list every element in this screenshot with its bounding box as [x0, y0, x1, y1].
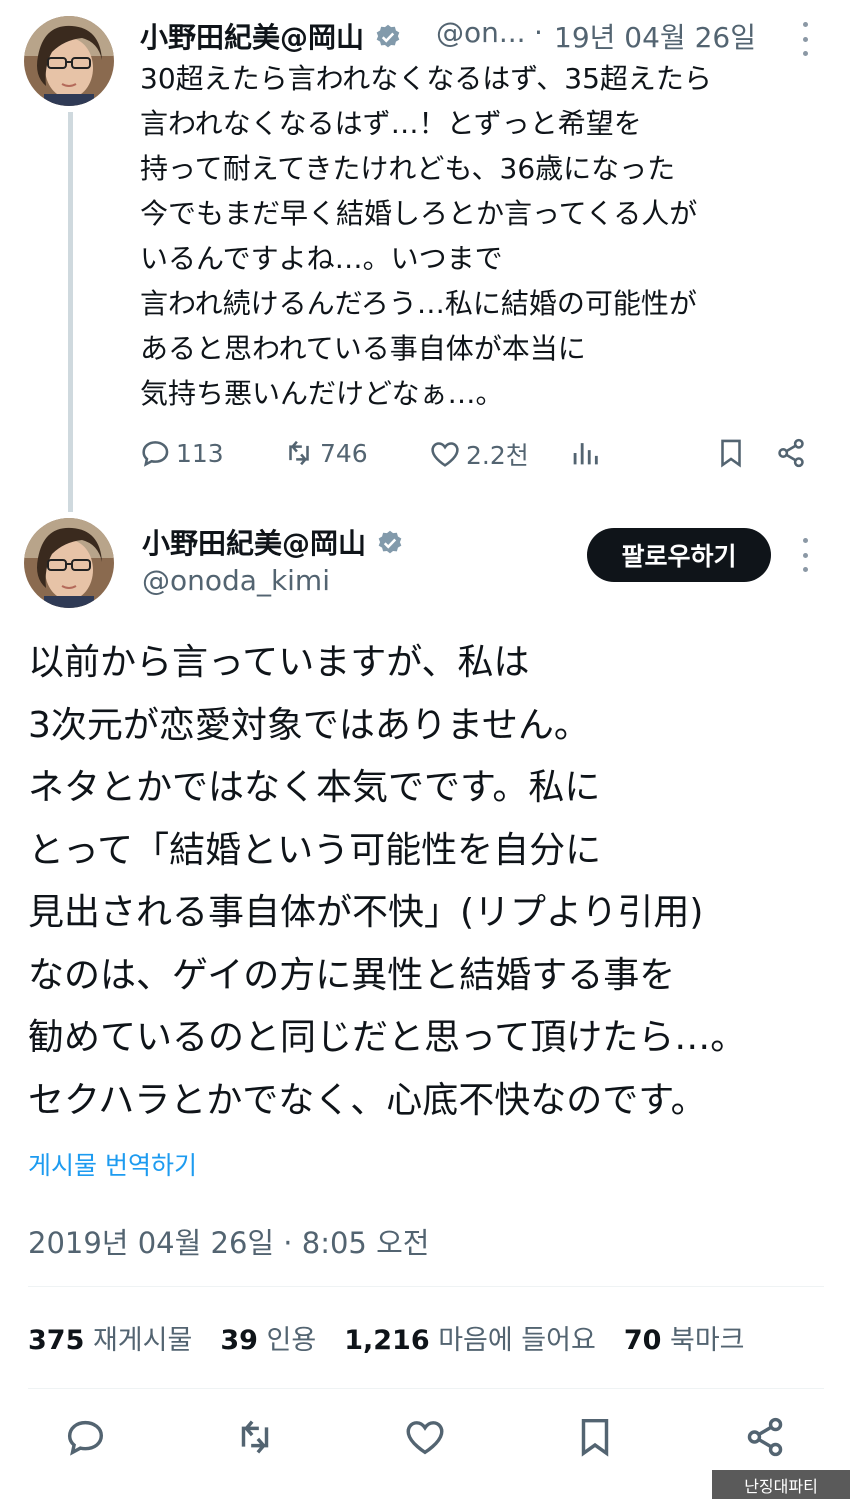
- repost-count: 746: [320, 438, 368, 468]
- author-handle[interactable]: @on...: [436, 16, 526, 49]
- bottom-actions: [0, 1414, 850, 1464]
- tweet-text: 以前から言っていますが、私は 3次元が恋愛対象ではありません。 ネタとかではなく…: [28, 642, 747, 1121]
- divider: [28, 1388, 824, 1389]
- watermark: 난징대파티: [712, 1470, 850, 1499]
- views-icon: [573, 443, 598, 465]
- author-name[interactable]: 小野田紀美@岡山: [140, 16, 402, 56]
- verified-badge-icon: [376, 529, 404, 557]
- follow-button[interactable]: 팔로우하기: [587, 528, 771, 582]
- share-button[interactable]: [742, 1414, 788, 1464]
- repost-button[interactable]: [232, 1414, 278, 1464]
- more-icon[interactable]: [800, 22, 810, 56]
- repost-icon: [241, 1420, 269, 1454]
- separator-dot: ·: [534, 16, 543, 49]
- heart-icon: [406, 1421, 444, 1455]
- repost-stat[interactable]: 375 재게시물: [28, 1318, 192, 1357]
- bookmark-icon: [581, 1418, 609, 1457]
- share-icon: [747, 1417, 783, 1457]
- divider: [28, 1286, 824, 1287]
- bookmark-button[interactable]: [572, 1414, 618, 1464]
- share-icon: [778, 438, 804, 468]
- reply-button[interactable]: 113: [138, 436, 224, 470]
- engagement-stats: 375 재게시물 39 인용 1,216 마음에 들어요 70 북마크: [28, 1318, 773, 1357]
- author-handle[interactable]: @onoda_kimi: [142, 564, 330, 597]
- bookmark-button[interactable]: [714, 436, 748, 470]
- repost-button[interactable]: 746: [282, 436, 368, 470]
- comment-icon: [142, 441, 169, 467]
- verified-badge-icon: [374, 23, 402, 51]
- like-count: 2.2천: [466, 441, 529, 470]
- tweet-date[interactable]: 19년 04월 26일: [554, 16, 756, 56]
- like-stat[interactable]: 1,216 마음에 들어요: [344, 1318, 596, 1357]
- bookmark-stat[interactable]: 70 북마크: [624, 1318, 745, 1357]
- translate-link[interactable]: 게시물 번역하기: [28, 1146, 197, 1182]
- like-button[interactable]: 2.2천: [428, 436, 529, 472]
- repost-icon: [289, 440, 309, 466]
- like-button[interactable]: [402, 1414, 448, 1464]
- author-name[interactable]: 小野田紀美@岡山: [142, 522, 404, 562]
- more-icon[interactable]: [800, 538, 810, 572]
- tweet-actions: 113 746 2.2천: [0, 432, 850, 476]
- quote-stat[interactable]: 39 인용: [220, 1318, 316, 1357]
- heart-icon: [431, 442, 459, 467]
- avatar[interactable]: [24, 16, 114, 106]
- tweet-text: 30超えたら言われなくなるはず、35超えたら 言われなくなるはず…！とずっと希望…: [140, 62, 712, 410]
- reply-count: 113: [176, 438, 224, 468]
- avatar[interactable]: [24, 518, 114, 608]
- reply-button[interactable]: [62, 1414, 108, 1464]
- tweet-timestamp[interactable]: 2019년 04월 26일 · 8:05 오전: [28, 1220, 429, 1262]
- comment-icon: [67, 1420, 104, 1456]
- views-button[interactable]: [568, 436, 602, 470]
- bookmark-icon: [721, 439, 741, 468]
- share-button[interactable]: [774, 436, 808, 470]
